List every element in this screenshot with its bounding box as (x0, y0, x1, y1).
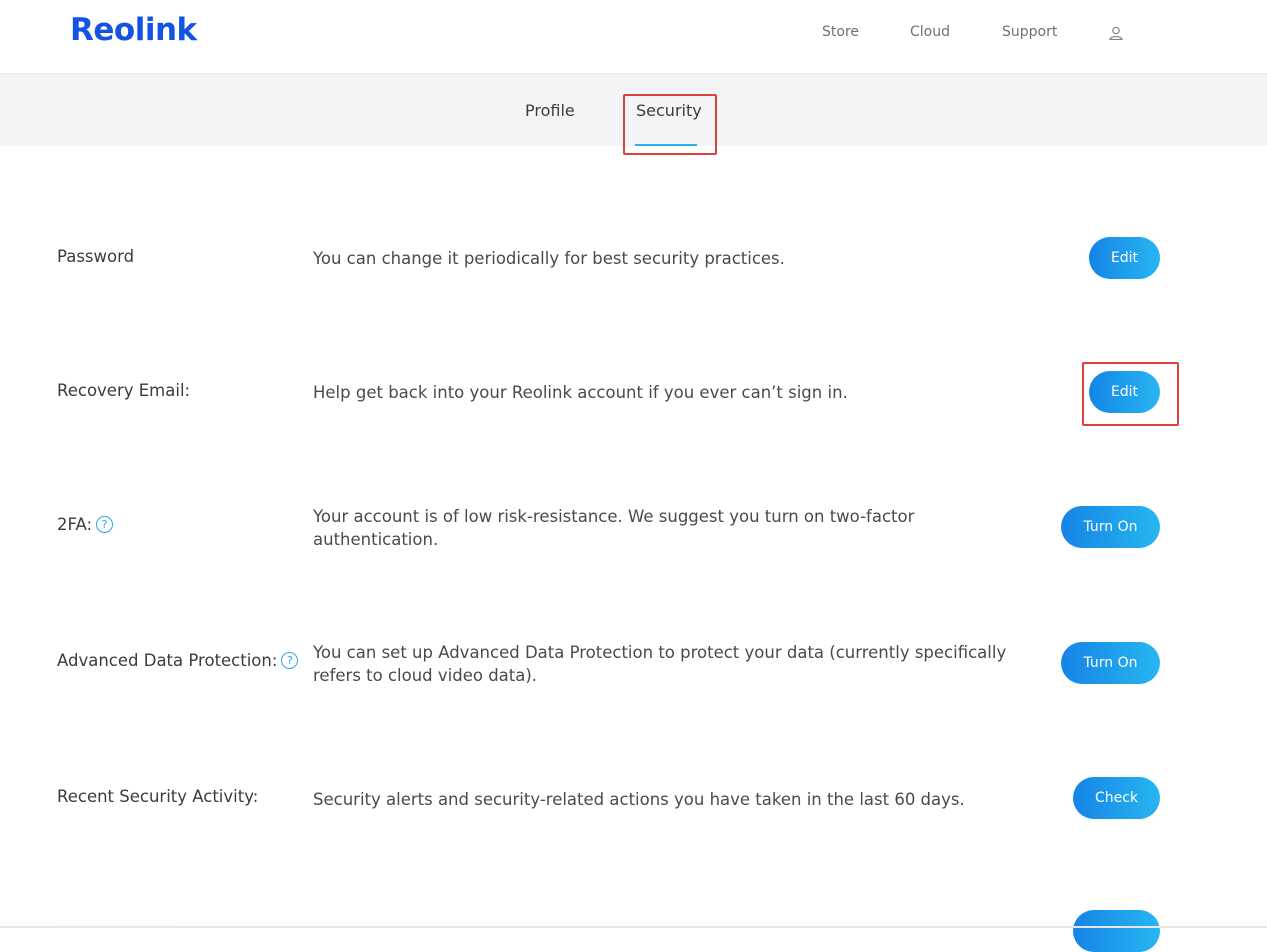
recovery-email-description: Help get back into your Reolink account … (313, 383, 848, 402)
password-description: You can change it periodically for best … (313, 249, 785, 268)
twofa-label-text: 2FA: (57, 515, 93, 534)
recovery-email-label-text: Recovery Email: (57, 381, 191, 400)
twofa-label: 2FA: ? (57, 515, 114, 534)
advanced-data-protection-label-text: Advanced Data Protection: (57, 651, 278, 670)
advanced-data-protection-help-icon[interactable]: ? (281, 652, 299, 669)
recovery-email-edit-highlight (1082, 362, 1179, 426)
top-header: Reolink Store Cloud Support (0, 0, 1267, 74)
recent-security-activity-label: Recent Security Activity: (57, 787, 258, 806)
next-row-button-partial[interactable] (1073, 910, 1160, 952)
recent-security-activity-check-button[interactable]: Check (1073, 777, 1160, 819)
recent-security-activity-description: Security alerts and security-related act… (313, 790, 965, 809)
nav-store[interactable]: Store (822, 24, 859, 40)
security-tab-highlight (623, 94, 717, 155)
user-account-icon[interactable] (1109, 25, 1123, 44)
twofa-help-icon[interactable]: ? (96, 516, 114, 533)
advanced-data-protection-label: Advanced Data Protection: ? (57, 651, 299, 670)
nav-cloud[interactable]: Cloud (910, 24, 950, 40)
reolink-logo[interactable]: Reolink (70, 12, 197, 48)
twofa-turn-on-button[interactable]: Turn On (1061, 506, 1160, 548)
tab-profile[interactable]: Profile (525, 101, 575, 120)
recovery-email-label: Recovery Email: (57, 381, 190, 400)
advanced-data-protection-description: You can set up Advanced Data Protection … (313, 643, 1007, 685)
twofa-description: Your account is of low risk-resistance. … (313, 507, 915, 549)
nav-support[interactable]: Support (1002, 24, 1057, 40)
recent-security-activity-label-text: Recent Security Activity: (57, 787, 259, 806)
password-label-text: Password (57, 247, 135, 266)
advanced-data-protection-turn-on-button[interactable]: Turn On (1061, 642, 1160, 684)
password-label: Password (57, 247, 134, 266)
password-edit-button[interactable]: Edit (1089, 237, 1160, 279)
